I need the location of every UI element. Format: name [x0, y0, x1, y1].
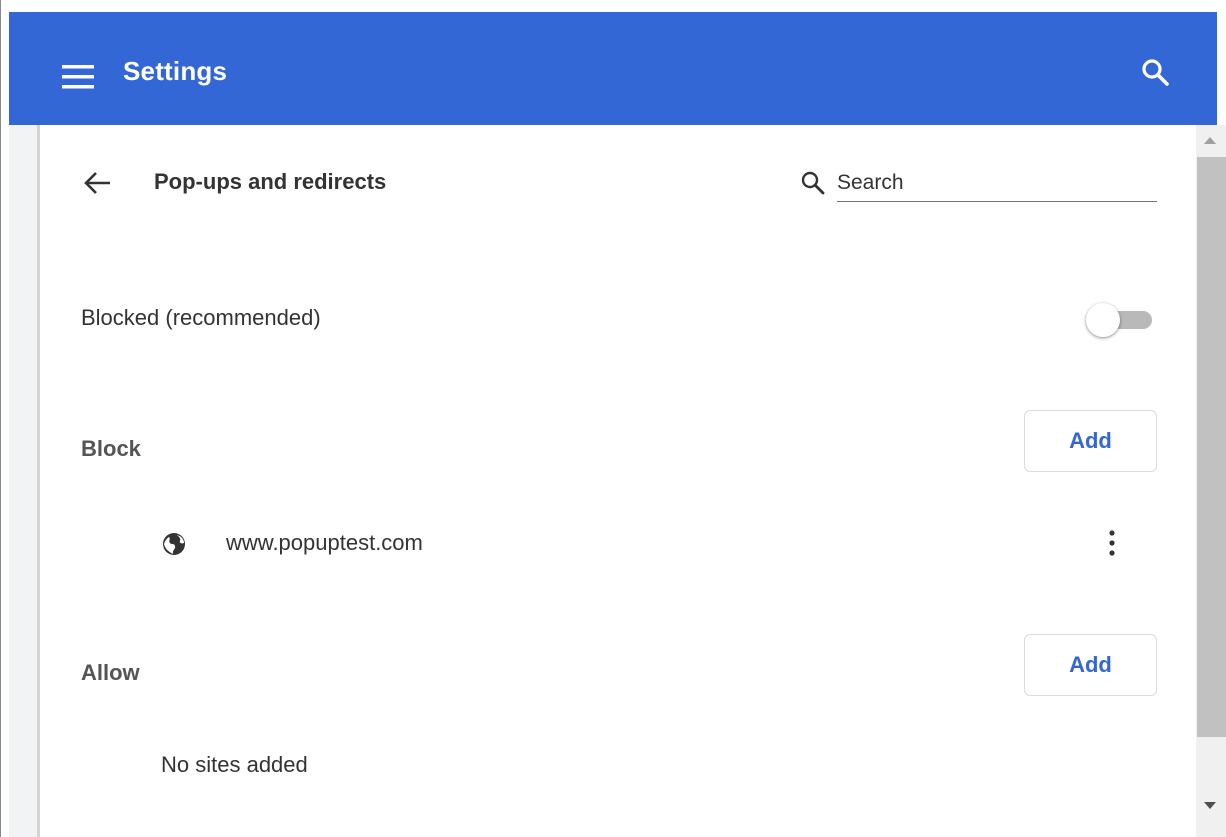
toggle-thumb — [1086, 303, 1120, 337]
more-vert-icon[interactable] — [1098, 525, 1126, 565]
blocked-setting-label: Blocked (recommended) — [81, 305, 321, 330]
globe-icon — [160, 530, 188, 558]
settings-window: Settings Pop-ups and redirects Search Bl… — [0, 0, 1226, 837]
add-block-button[interactable]: Add — [1024, 410, 1157, 472]
block-section-label: Block — [81, 436, 141, 461]
scroll-up-arrow-icon[interactable] — [1204, 137, 1216, 144]
blocked-toggle[interactable] — [1086, 303, 1152, 337]
arrow-back-icon[interactable] — [82, 167, 114, 199]
search-icon — [799, 169, 827, 197]
settings-search — [797, 161, 1159, 205]
app-toolbar: Settings — [9, 12, 1217, 125]
left-gutter — [9, 125, 37, 837]
menu-icon[interactable] — [62, 57, 102, 97]
allow-section-label: Allow — [81, 660, 140, 685]
vertical-scrollbar[interactable] — [1196, 125, 1226, 837]
site-name: www.popuptest.com — [226, 530, 423, 555]
search-input[interactable] — [837, 165, 1157, 202]
scroll-thumb[interactable] — [1197, 157, 1226, 737]
search-icon[interactable] — [1137, 54, 1177, 94]
app-title: Settings — [123, 56, 228, 86]
scroll-down-arrow-icon[interactable] — [1204, 802, 1216, 809]
empty-list-message: No sites added — [161, 752, 308, 777]
settings-content: Pop-ups and redirects Blocked (recommend… — [40, 125, 1196, 837]
add-allow-button[interactable]: Add — [1024, 634, 1157, 696]
list-item: www.popuptest.com — [154, 519, 1157, 569]
page-title: Pop-ups and redirects — [154, 169, 387, 194]
